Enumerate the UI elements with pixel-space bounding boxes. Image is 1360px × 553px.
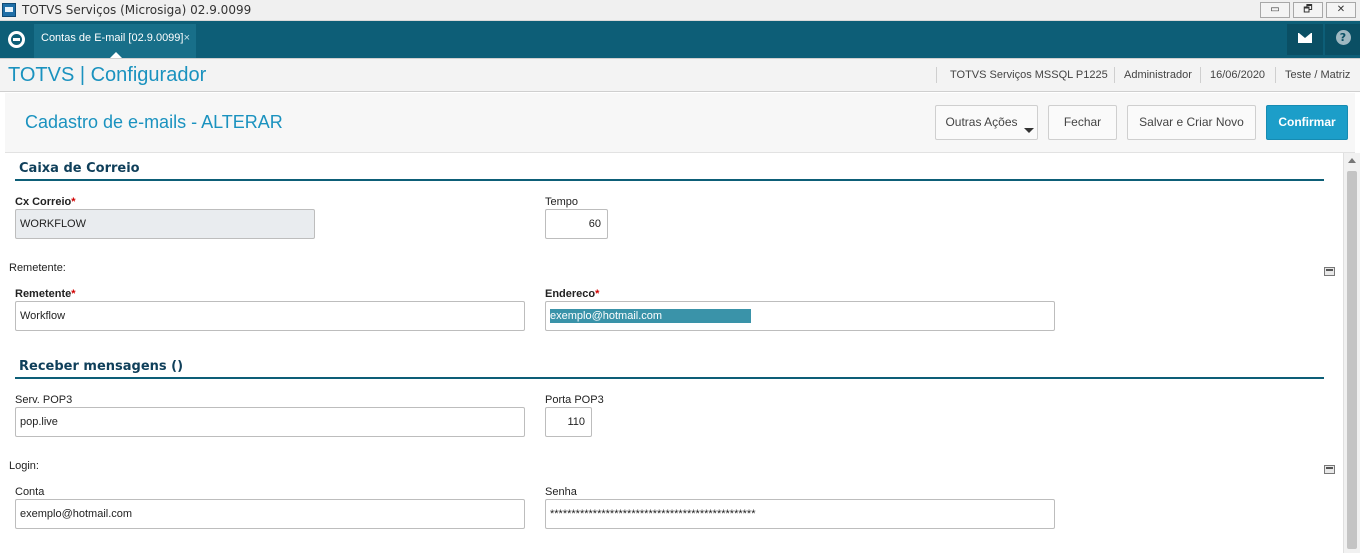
form-title: Cadastro de e-mails - ALTERAR <box>25 112 283 132</box>
confirm-button[interactable]: Confirmar <box>1266 105 1348 140</box>
date-info: 16/06/2020 <box>1210 69 1266 81</box>
totvs-logo-icon[interactable] <box>8 31 25 48</box>
address-label: Endereco* <box>545 288 599 300</box>
tab-close-icon[interactable]: × <box>184 24 190 52</box>
mail-icon <box>1298 32 1312 43</box>
company-info: Teste / Matriz <box>1285 69 1351 81</box>
mailbox-label-text: Cx Correio <box>15 196 72 208</box>
mailbox-field[interactable]: WORKFLOW <box>15 209 315 239</box>
vertical-scrollbar[interactable] <box>1343 153 1360 553</box>
mailbox-label: Cx Correio* <box>15 196 76 208</box>
account-field[interactable]: exemplo@hotmail.com <box>15 499 525 529</box>
section-title-mailbox: Caixa de Correio <box>19 161 140 176</box>
dropdown-arrow-icon <box>1024 128 1034 133</box>
address-selected-text: exemplo@hotmail.com <box>550 309 751 323</box>
pop-server-label: Serv. POP3 <box>15 394 73 406</box>
tab-contas-email[interactable]: Contas de E-mail [02.9.0099] × <box>34 24 196 58</box>
pop-port-label: Porta POP3 <box>545 394 604 406</box>
more-actions-button[interactable]: Outras Ações <box>935 105 1038 140</box>
header-divider <box>1200 67 1201 83</box>
header-divider <box>1114 67 1115 83</box>
section-title-receive: Receber mensagens () <box>19 359 184 374</box>
more-actions-label: Outras Ações <box>945 115 1018 129</box>
close-button[interactable]: Fechar <box>1048 105 1117 140</box>
address-label-text: Endereco <box>545 288 596 300</box>
module-title: TOTVS | Configurador <box>8 64 207 86</box>
header-divider <box>1275 67 1276 83</box>
window-controls: ▭ 🗗 ✕ <box>1260 2 1356 18</box>
save-and-new-button[interactable]: Salvar e Criar Novo <box>1127 105 1256 140</box>
required-marker: * <box>71 196 76 208</box>
minimize-button[interactable]: ▭ <box>1260 2 1290 18</box>
environment-info: TOTVS Serviços MSSQL P1225 <box>950 69 1108 81</box>
sender-group-label: Remetente: <box>9 262 66 274</box>
section-divider <box>15 377 1324 379</box>
module-header: TOTVS | Configurador TOTVS Serviços MSSQ… <box>0 58 1360 92</box>
account-label: Conta <box>15 486 45 498</box>
sender-label-text: Remetente <box>15 288 72 300</box>
window-titlebar: TOTVS Serviços (Microsiga) 02.9.0099 ▭ 🗗… <box>0 0 1360 21</box>
close-window-button[interactable]: ✕ <box>1326 2 1356 18</box>
tab-label: Contas de E-mail [02.9.0099] <box>41 32 184 44</box>
required-marker: * <box>595 288 600 300</box>
section-divider <box>15 179 1324 181</box>
time-field[interactable]: 60 <box>545 209 608 239</box>
address-field[interactable]: exemplo@hotmail.com <box>545 301 1055 331</box>
header-divider <box>936 67 937 83</box>
collapse-group-icon[interactable] <box>1324 465 1335 474</box>
restore-button[interactable]: 🗗 <box>1293 2 1323 18</box>
pop-port-field[interactable]: 110 <box>545 407 592 437</box>
password-label: Senha <box>545 486 577 498</box>
help-button[interactable]: ? <box>1325 24 1360 55</box>
login-group-label: Login: <box>9 460 39 472</box>
scrollbar-thumb[interactable] <box>1347 171 1357 549</box>
required-marker: * <box>71 288 76 300</box>
tab-bar: Contas de E-mail [02.9.0099] × ? <box>0 21 1360 58</box>
pop-server-field[interactable]: pop.live <box>15 407 525 437</box>
user-info: Administrador <box>1124 69 1192 81</box>
mail-button[interactable] <box>1287 24 1323 55</box>
action-bar: Cadastro de e-mails - ALTERAR Outras Açõ… <box>5 93 1355 153</box>
help-icon: ? <box>1335 30 1351 45</box>
collapse-group-icon[interactable] <box>1324 267 1335 276</box>
sender-label: Remetente* <box>15 288 76 300</box>
time-label: Tempo <box>545 196 579 208</box>
scroll-up-arrow-icon[interactable] <box>1348 158 1356 163</box>
password-field[interactable]: ****************************************… <box>545 499 1055 529</box>
app-icon <box>2 3 16 17</box>
window-title: TOTVS Serviços (Microsiga) 02.9.0099 <box>22 3 252 17</box>
sender-field[interactable]: Workflow <box>15 301 525 331</box>
